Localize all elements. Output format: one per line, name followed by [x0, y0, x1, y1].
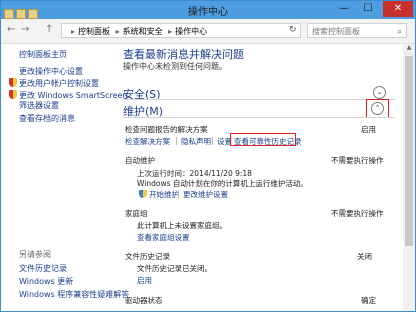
- uac-shield-icon: [9, 78, 17, 87]
- enable-file-history-link[interactable]: 启用: [137, 275, 152, 286]
- change-maintenance-settings-link[interactable]: 更改维护设置: [183, 189, 228, 200]
- title-bar: 操作中心 — ☐ ✕: [1, 1, 415, 19]
- uac-shield-icon: [139, 190, 147, 198]
- file-history-label: 文件历史记录: [125, 252, 170, 261]
- privacy-statement-link[interactable]: 隐私声明: [181, 136, 211, 147]
- back-arrow-icon[interactable]: ←: [7, 24, 15, 35]
- smartscreen-shield-icon: [9, 90, 17, 99]
- maintenance-divider: [123, 117, 395, 118]
- link-separator: |: [177, 189, 180, 198]
- sidebar-home-link[interactable]: 控制面板主页: [19, 50, 67, 59]
- sidebar-uac-link[interactable]: 更改用户帐户控制设置: [19, 79, 99, 88]
- sidebar-smartscreen-link[interactable]: 更改 Windows SmartScreen: [19, 91, 128, 100]
- action-center-window: 操作中心 — ☐ ✕ ← → ↑ ▸ 控制面板 ▸ 系统和安全 ▸ 操作中心 ↻ 搜索…: [0, 0, 416, 312]
- close-button[interactable]: ✕: [383, 1, 413, 17]
- up-arrow-icon[interactable]: ↑: [45, 24, 53, 35]
- auto-maintenance-desc: Windows 自动计划在你的计算机上运行维护活动。: [137, 179, 308, 188]
- breadcrumb-control-panel[interactable]: 控制面板: [78, 27, 110, 36]
- homegroup-desc: 此计算机上未设置家庭组。: [137, 221, 227, 230]
- search-input[interactable]: 搜索控制面板 ⌕: [307, 23, 407, 38]
- page-title: 查看最新消息并解决问题: [123, 48, 244, 61]
- security-expand-chevron-icon[interactable]: ⌄: [373, 86, 386, 99]
- scrollbar-thumb[interactable]: [405, 56, 413, 246]
- scroll-up-arrow-icon[interactable]: ▲: [403, 44, 415, 54]
- homegroup-label: 家庭组: [125, 209, 148, 218]
- homegroup-status: 不需要执行操作: [331, 209, 384, 218]
- main-content: 查看最新消息并解决问题 操作中心未检测到任何问题。 安全(S) ⌄ 维护(M) …: [113, 44, 403, 311]
- sidebar: 控制面板主页 更改操作中心设置 更改用户帐户控制设置 更改 Windows Sm…: [1, 44, 129, 311]
- check-reports-status: 启用: [361, 125, 376, 134]
- reliability-history-link[interactable]: 查看可靠性历史记录: [234, 136, 302, 147]
- maximize-button[interactable]: ☐: [357, 1, 379, 17]
- file-history-status: 关闭: [357, 252, 372, 261]
- page-subtitle: 操作中心未检测到任何问题。: [123, 62, 227, 71]
- link-separator: |: [211, 136, 214, 145]
- sidebar-windows-update-link[interactable]: Windows 更新: [19, 277, 73, 286]
- breadcrumb-action-center[interactable]: 操作中心: [175, 27, 207, 36]
- maintenance-collapse-chevron-icon[interactable]: ⌃: [371, 102, 384, 115]
- search-icon[interactable]: ⌕: [398, 24, 402, 39]
- check-solutions-link[interactable]: 检查解决方案: [125, 136, 170, 147]
- breadcrumb-system-security[interactable]: 系统和安全: [123, 27, 163, 36]
- drive-status-label: 驱动器状态: [125, 296, 163, 305]
- breadcrumb[interactable]: ▸ 控制面板 ▸ 系统和安全 ▸ 操作中心: [61, 23, 301, 38]
- vertical-scrollbar[interactable]: ▲: [403, 44, 415, 311]
- start-maintenance-label[interactable]: 开始维护: [149, 190, 179, 199]
- forward-arrow-icon[interactable]: →: [21, 24, 29, 35]
- auto-maintenance-label: 自动维护: [125, 156, 155, 165]
- sidebar-change-action-center-link[interactable]: 更改操作中心设置: [19, 67, 83, 76]
- sidebar-archived-messages-link[interactable]: 查看存档的消息: [19, 114, 75, 123]
- search-placeholder: 搜索控制面板: [312, 27, 360, 36]
- address-bar: ← → ↑ ▸ 控制面板 ▸ 系统和安全 ▸ 操作中心 ↻ 搜索控制面板 ⌕: [1, 19, 415, 44]
- drive-status-value: 确定: [361, 296, 376, 305]
- refresh-icon[interactable]: ↻: [289, 25, 297, 35]
- see-also-heading: 另请参阅: [19, 250, 51, 259]
- check-reports-label: 检查问题报告的解决方案: [125, 125, 208, 134]
- link-separator: |: [175, 136, 178, 145]
- security-divider: [123, 99, 395, 100]
- sidebar-smartscreen-link-cont[interactable]: 筛选器设置: [19, 101, 59, 110]
- auto-maintenance-status: 不需要执行操作: [331, 156, 384, 165]
- minimize-button[interactable]: —: [333, 1, 355, 17]
- file-history-desc: 文件历史记录已关闭。: [137, 264, 212, 273]
- start-maintenance-link[interactable]: 开始维护: [139, 189, 179, 200]
- sidebar-file-history-link[interactable]: 文件历史记录: [19, 264, 67, 273]
- homegroup-settings-link[interactable]: 查看家庭组设置: [137, 232, 190, 243]
